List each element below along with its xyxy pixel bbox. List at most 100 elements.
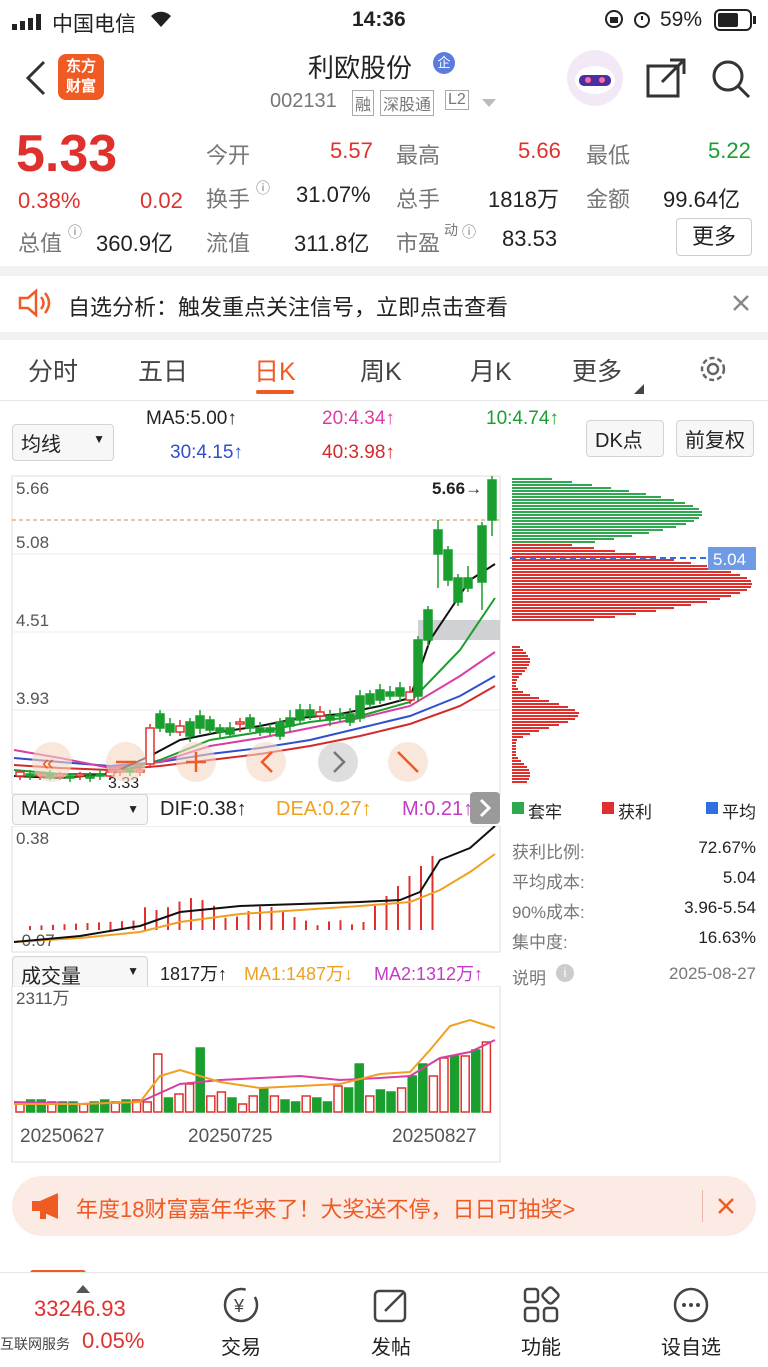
- scroll-left-icon[interactable]: [246, 742, 286, 782]
- chip-bar: [512, 598, 720, 600]
- candle-body: [453, 577, 463, 603]
- connect-tag: 深股通: [380, 90, 435, 116]
- promo-banner[interactable]: 年度18财富嘉年华来了！大奖送不停，日日可抽奖>: [12, 1176, 756, 1236]
- robot-assistant-icon[interactable]: [567, 50, 623, 106]
- settings-gear-icon[interactable]: [696, 352, 730, 393]
- chip-bar: [512, 718, 575, 720]
- y-label-3: 4.51: [16, 611, 49, 630]
- tab-more[interactable]: 更多: [572, 352, 622, 388]
- dif-value: DIF:0.38↑: [160, 798, 247, 820]
- more-button[interactable]: 更多: [676, 218, 752, 256]
- grid-icon: [523, 1286, 560, 1323]
- tab-timeshare[interactable]: 分时: [28, 352, 78, 388]
- volume-value: 1818万: [488, 187, 559, 212]
- date-label-mid: 20250725: [188, 1126, 273, 1147]
- toolbar-watchlist[interactable]: 设自选: [636, 1285, 746, 1360]
- change-amount: 0.02: [140, 188, 183, 213]
- chip-bar: [512, 538, 614, 540]
- chip-bar: [512, 673, 522, 675]
- candle-body: [413, 639, 423, 697]
- kline-chart[interactable]: 5.66 5.08 4.51 3.93 5.66→ 3.33 « 5.04: [0, 470, 768, 800]
- chip-bar: [512, 706, 568, 708]
- candle-body: [443, 549, 453, 581]
- candle-body: [245, 717, 255, 729]
- info-icon[interactable]: i: [556, 964, 574, 982]
- chip-bar: [512, 553, 636, 555]
- macd-select[interactable]: MACD ▼: [12, 794, 148, 825]
- adjust-button[interactable]: 前复权: [676, 420, 754, 457]
- volume-bar: [142, 1101, 152, 1113]
- profit-ratio-label: 获利比例:: [512, 843, 585, 862]
- share-icon[interactable]: [646, 58, 686, 103]
- open-value: 5.57: [330, 138, 373, 163]
- scroll-right-icon[interactable]: [318, 742, 358, 782]
- expand-panel-icon[interactable]: [470, 792, 500, 824]
- app-logo[interactable]: 东方 财富: [58, 54, 104, 100]
- chip-bar: [512, 646, 520, 648]
- more-dots-icon: [673, 1287, 709, 1323]
- enterprise-badge: 企: [433, 52, 455, 74]
- dk-point-label: DK点: [595, 430, 643, 452]
- edit-icon: [373, 1289, 407, 1323]
- notice-bar[interactable]: 自选分析：触发重点关注信号，立即点击查看: [0, 276, 768, 332]
- toolbar-post[interactable]: 发帖: [336, 1285, 446, 1360]
- chip-bar: [512, 604, 691, 606]
- info-icon[interactable]: ⓘ: [68, 222, 82, 242]
- chip-bar: [512, 697, 539, 699]
- tab-weekly-k[interactable]: 周K: [360, 352, 402, 388]
- chip-date: 2025-08-27: [669, 964, 756, 983]
- toolbar-trade-label: 交易: [221, 1337, 261, 1359]
- pe-value: 83.53: [502, 226, 558, 251]
- tab-monthly-k[interactable]: 月K: [470, 352, 512, 388]
- chip-bar: [512, 616, 615, 618]
- tab-daily-k[interactable]: 日K: [254, 352, 296, 388]
- back-icon[interactable]: [20, 58, 50, 103]
- legend-average: 平均: [722, 803, 756, 822]
- info-icon[interactable]: ⓘ: [256, 178, 270, 198]
- close-icon[interactable]: [730, 292, 752, 319]
- pe-label: 市盈: [396, 231, 441, 256]
- volume-bar: [259, 1087, 269, 1113]
- chip-bar: [512, 595, 731, 597]
- chip-bar: [512, 610, 656, 612]
- alarm-icon: [632, 9, 652, 35]
- candle-body: [75, 773, 85, 777]
- dropdown-icon[interactable]: [482, 96, 496, 114]
- chip-bar: [512, 712, 579, 714]
- stock-code: 002131: [270, 90, 337, 112]
- volume-label: 总手: [396, 187, 441, 212]
- index-value[interactable]: 33246.93: [34, 1296, 126, 1322]
- volume-bar: [481, 1041, 492, 1113]
- volume-bar: [439, 1057, 449, 1113]
- toolbar-trade[interactable]: ¥ 交易: [186, 1285, 296, 1360]
- chip-bar: [512, 511, 702, 513]
- chip-bar: [512, 760, 521, 762]
- close-icon[interactable]: [716, 1196, 736, 1221]
- candle-body: [25, 773, 35, 777]
- carrier: 中国电信: [52, 13, 136, 36]
- chip-bar: [512, 658, 530, 660]
- tab-five-day[interactable]: 五日: [138, 352, 188, 388]
- chip-note-label[interactable]: 说明: [512, 964, 546, 989]
- dk-point-select[interactable]: DK点: [586, 420, 664, 457]
- sector-name: 互联网服务: [0, 1336, 70, 1352]
- chip-bar: [512, 676, 519, 678]
- chip-bar: [512, 766, 527, 768]
- chip-bar: [512, 517, 699, 519]
- info-icon[interactable]: ⓘ: [462, 222, 476, 242]
- indicator-select[interactable]: 均线 ▼: [12, 424, 114, 461]
- chip-bar: [512, 721, 568, 723]
- adjust-label: 前复权: [685, 430, 745, 452]
- macd-top-label: 0.38: [16, 829, 49, 848]
- candle-body: [405, 691, 415, 701]
- chip-bar: [512, 691, 523, 693]
- candle-body: [477, 525, 487, 583]
- candle-body: [355, 695, 365, 719]
- chip-bar: [512, 496, 661, 498]
- candle-body: [165, 723, 175, 733]
- active-tab-indicator: [256, 390, 294, 394]
- search-icon[interactable]: [710, 58, 752, 105]
- chip-bar: [512, 715, 578, 717]
- divider: [0, 332, 768, 340]
- toolbar-functions[interactable]: 功能: [486, 1285, 596, 1360]
